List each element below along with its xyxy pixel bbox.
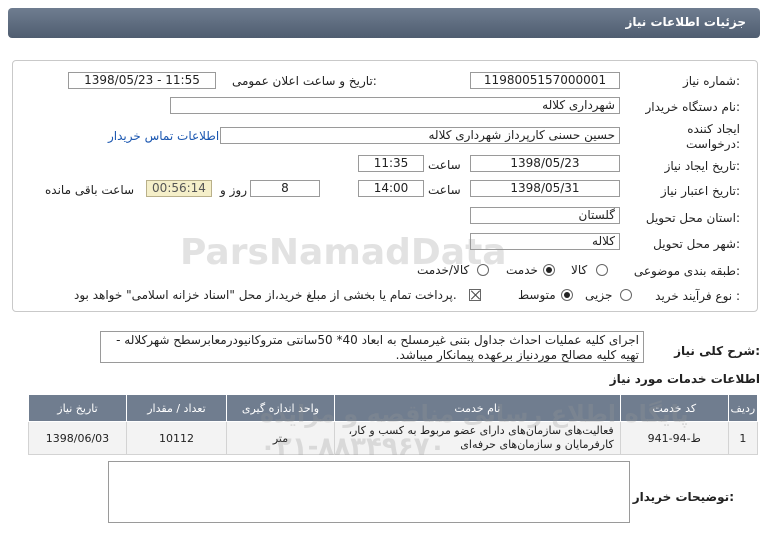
buyer-org-label: نام دستگاه خریدار: — [645, 100, 741, 114]
col-index: ردیف — [727, 394, 759, 422]
row-unit: متر — [225, 421, 335, 455]
col-date: تاریخ نیاز — [28, 394, 127, 422]
row-date: 1398/06/03 — [28, 421, 127, 455]
validity-date-label: تاریخ اعتبار نیاز: — [660, 184, 740, 198]
description-label: شرح کلی نیاز: — [674, 344, 760, 358]
remaining-label: ساعت باقی مانده — [45, 183, 135, 197]
category-label: طبقه بندی موضوعی: — [633, 264, 740, 278]
services-table: ردیف کد خدمت نام خدمت واحد اندازه گیری ت… — [28, 394, 759, 455]
announce-label: تاریخ و ساعت اعلان عمومی: — [232, 74, 377, 88]
col-qty: تعداد / مقدار — [125, 394, 227, 422]
page-header: جزئیات اطلاعات نیاز — [8, 8, 760, 38]
col-name: نام خدمت — [333, 394, 621, 422]
buyer-notes-label: توضیحات خریدار: — [632, 490, 734, 504]
buyer-org-field: شهرداری کلاله — [170, 97, 620, 114]
days-label: روز و — [220, 183, 247, 197]
validity-time-field: 14:00 — [358, 180, 424, 197]
purchase-type-label: نوع فرآیند خرید : — [655, 289, 740, 303]
treasury-payment-note: پرداخت تمام یا بخشی از مبلغ خرید،از محل … — [74, 288, 457, 302]
purchase-option-minor: جزیی — [585, 288, 613, 302]
city-field: کلاله — [470, 233, 620, 250]
row-name: فعالیت‌های سازمان‌های دارای عضو مربوط به… — [333, 421, 621, 455]
province-label: استان محل تحویل: — [645, 211, 740, 225]
purchase-option-medium: متوسط — [518, 288, 556, 302]
creator-field: حسین حسنی کارپرداز شهرداری کلاله — [220, 127, 620, 144]
category-option-goods: کالا — [571, 263, 588, 277]
created-date-field: 1398/05/23 — [470, 155, 620, 172]
row-index: 1 — [727, 421, 759, 455]
category-radio-goods-service[interactable] — [477, 264, 489, 276]
buyer-notes-field — [108, 461, 630, 523]
creator-label-2: درخواست: — [686, 137, 740, 151]
remaining-time-field: 00:56:14 — [146, 180, 212, 197]
category-radio-service[interactable] — [543, 264, 555, 276]
created-date-label: تاریخ ایجاد نیاز: — [664, 159, 740, 173]
category-option-goods-service: کالا/خدمت — [417, 263, 470, 277]
row-code: ط-94-941 — [619, 421, 729, 455]
category-option-service: خدمت — [506, 263, 538, 277]
services-header-row: ردیف کد خدمت نام خدمت واحد اندازه گیری ت… — [28, 394, 759, 422]
announce-field: 1398/05/23 - 11:55 — [68, 72, 216, 89]
province-field: گلستان — [470, 207, 620, 224]
buyer-contact-link[interactable]: اطلاعات تماس خریدار — [108, 129, 219, 143]
created-time-label: ساعت — [428, 158, 461, 172]
page-title: جزئیات اطلاعات نیاز — [625, 15, 746, 29]
validity-date-field: 1398/05/31 — [470, 180, 620, 197]
purchase-radio-medium[interactable] — [561, 289, 573, 301]
need-number-label: شماره نیاز: — [682, 74, 740, 88]
city-label: شهر محل تحویل: — [653, 237, 740, 251]
treasury-payment-checkbox[interactable] — [469, 289, 481, 301]
services-title: اطلاعات خدمات مورد نیاز — [609, 372, 760, 386]
validity-time-label: ساعت — [428, 183, 461, 197]
row-qty: 10112 — [125, 421, 227, 455]
table-row: 1 ط-94-941 فعالیت‌های سازمان‌های دارای ع… — [28, 421, 759, 455]
remaining-days-field: 8 — [250, 180, 320, 197]
description-field: اجرای کلیه عملیات احداث جداول بتنی غیرمس… — [100, 331, 644, 363]
purchase-radio-minor[interactable] — [620, 289, 632, 301]
col-code: کد خدمت — [619, 394, 729, 422]
category-radio-goods[interactable] — [596, 264, 608, 276]
created-time-field: 11:35 — [358, 155, 424, 172]
col-unit: واحد اندازه گیری — [225, 394, 335, 422]
creator-label-1: ایجاد کننده — [687, 122, 740, 136]
need-number-field: 1198005157000001 — [470, 72, 620, 89]
